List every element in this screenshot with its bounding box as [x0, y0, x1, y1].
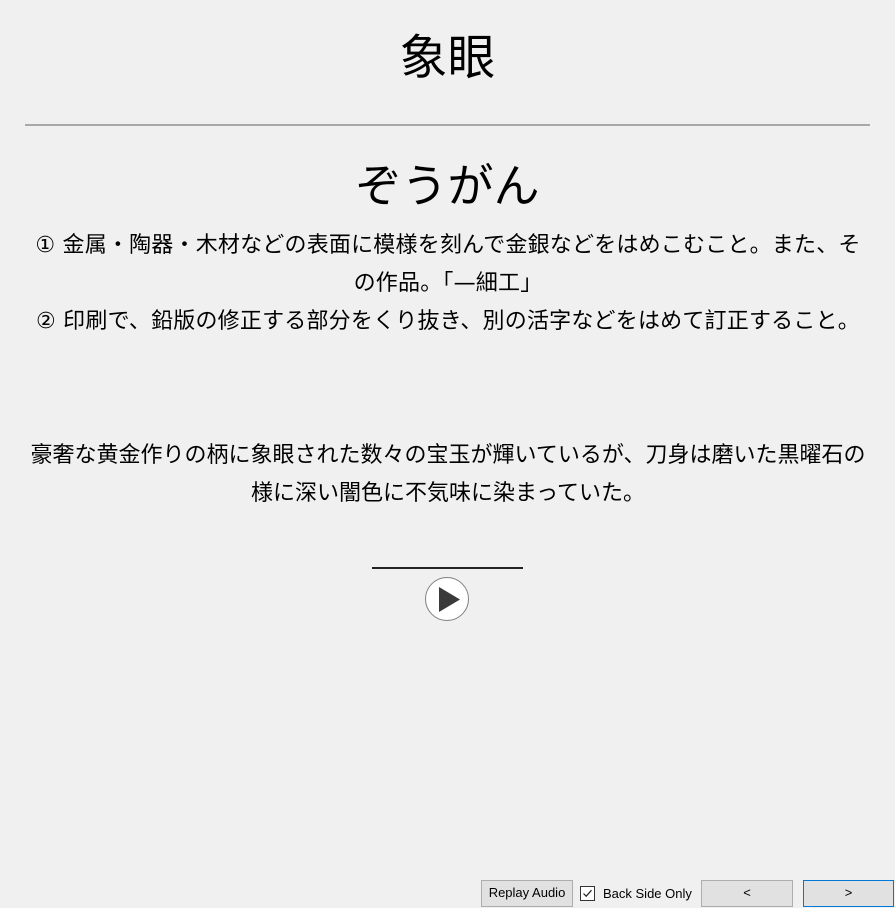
definitions: ① 金属・陶器・木材などの表面に模様を刻んで金銀などをはめこむこと。また、その作…: [28, 227, 868, 341]
definition-1: ① 金属・陶器・木材などの表面に模様を刻んで金銀などをはめこむこと。また、その作…: [35, 233, 861, 296]
bottom-toolbar: Replay Audio Back Side Only < >: [0, 870, 895, 908]
replay-audio-button[interactable]: Replay Audio: [481, 880, 573, 907]
flashcard: 象眼 ぞうがん ① 金属・陶器・木材などの表面に模様を刻んで金銀などをはめこむこ…: [0, 0, 895, 870]
play-icon: [439, 587, 460, 612]
audio-divider: [372, 567, 523, 569]
next-card-button[interactable]: >: [803, 880, 894, 907]
previous-card-button[interactable]: <: [701, 880, 793, 907]
back-side-only-label: Back Side Only: [603, 886, 692, 901]
play-audio-button[interactable]: [425, 577, 469, 621]
definition-2: ② 印刷で、鉛版の修正する部分をくり抜き、別の活字などをはめて訂正すること。: [36, 309, 860, 334]
front-word: 象眼: [399, 30, 496, 86]
back-side-only-toggle[interactable]: Back Side Only: [580, 880, 692, 907]
back-side-only-checkbox[interactable]: [580, 886, 595, 901]
checkmark-icon: [583, 889, 592, 898]
divider: [25, 124, 870, 126]
example-sentence: 豪奢な黄金作りの柄に象眼された数々の宝玉が輝いているが、刀身は磨いた黒曜石の様に…: [30, 443, 866, 506]
reading: ぞうがん: [355, 159, 540, 213]
